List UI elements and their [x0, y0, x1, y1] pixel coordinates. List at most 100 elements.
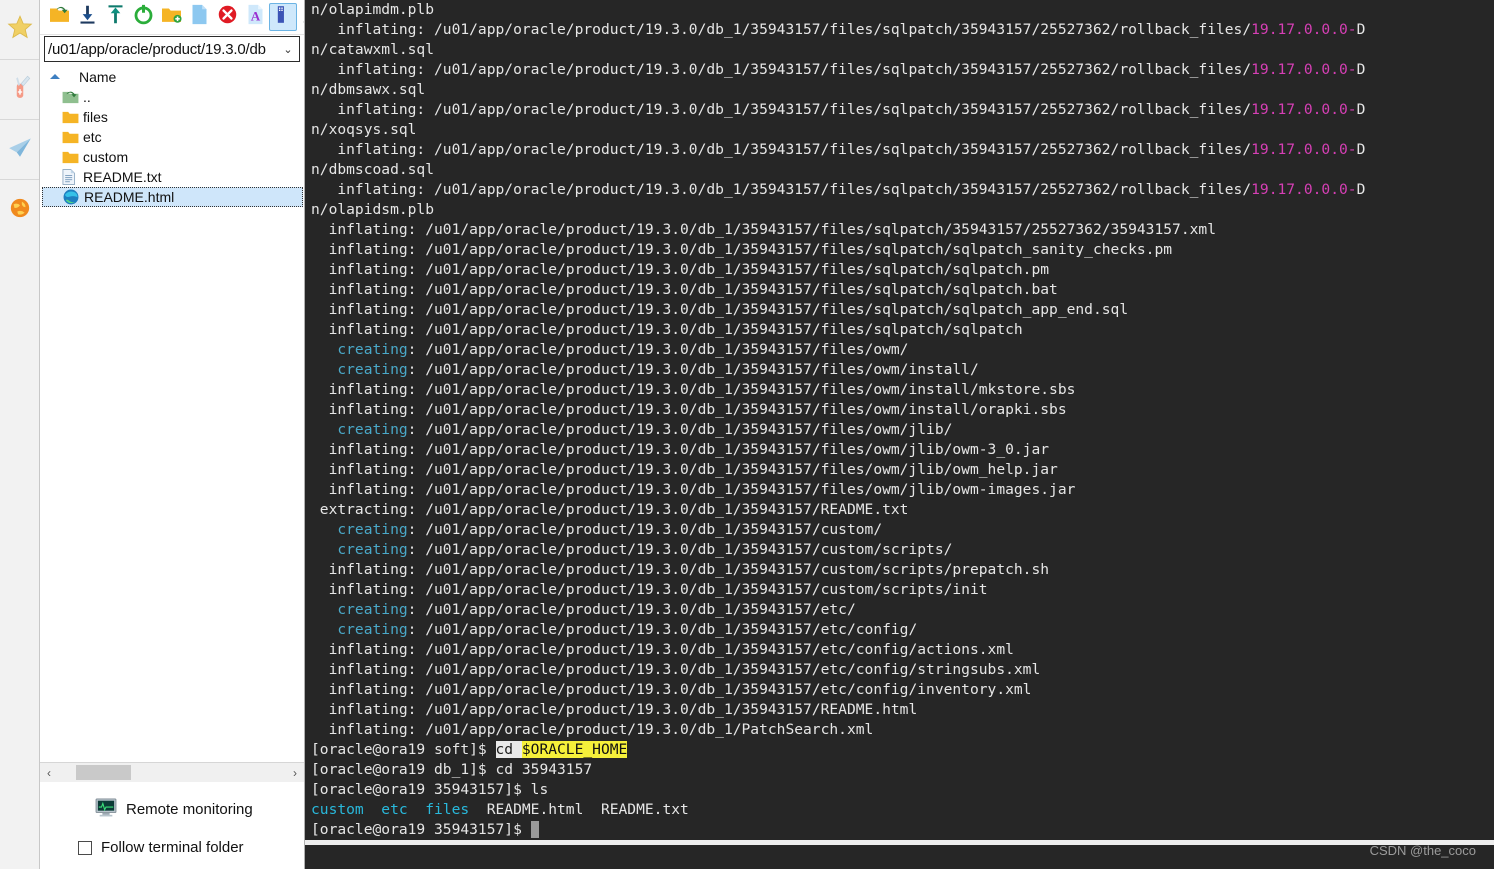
terminal-text: inflating: /u01/app/oracle/product/19.3.…: [311, 681, 1032, 698]
terminal-text: inflating: /u01/app/oracle/product/19.3.…: [311, 461, 1058, 478]
sftp-toolbar: A: [40, 0, 304, 35]
file-row-files[interactable]: files: [40, 107, 304, 127]
terminal-text: [530, 821, 540, 838]
new-folder-button[interactable]: [157, 3, 185, 31]
terminal-text: : /u01/app/oracle/product/19.3.0/db_1/35…: [407, 621, 918, 638]
terminal-text: inflating: /u01/app/oracle/product/19.3.…: [311, 481, 1076, 498]
terminal-text: inflating: /u01/app/oracle/product/19.3.…: [311, 561, 1050, 578]
refresh-icon: [133, 4, 154, 30]
terminal-text: inflating: /u01/app/oracle/product/19.3.…: [311, 61, 1252, 78]
terminal-line: inflating: /u01/app/oracle/product/19.3.…: [311, 300, 1494, 320]
remote-monitoring-button[interactable]: Remote monitoring: [95, 798, 253, 821]
download-button[interactable]: [73, 3, 101, 31]
terminal-text: creating: [311, 361, 408, 378]
rail-item-sessions[interactable]: [0, 120, 39, 180]
delete-button[interactable]: [213, 3, 241, 31]
terminal-text: inflating: /u01/app/oracle/product/19.3.…: [311, 261, 1050, 278]
sort-ascending-icon: [50, 74, 60, 79]
terminal-line: n/olapidsm.plb: [311, 200, 1494, 220]
terminal-line: inflating: /u01/app/oracle/product/19.3.…: [311, 660, 1494, 680]
rail-item-favorites[interactable]: [0, 0, 39, 60]
follow-terminal-folder-label: Follow terminal folder: [101, 839, 244, 856]
terminal-text: $ORACLE_HOME: [521, 741, 628, 758]
binary-file-icon: [274, 4, 293, 30]
terminal-text: creating: [311, 341, 408, 358]
terminal-text: inflating: /u01/app/oracle/product/19.3.…: [311, 581, 988, 598]
scrollbar-track[interactable]: [58, 765, 286, 780]
terminal-text: [oracle@ora19 35943157]$ ls: [311, 781, 549, 798]
terminal-text: D: [1356, 21, 1366, 38]
mobaxterm-window: A /u01/app/oracle/product/19.3.0/db ⌄ Na…: [0, 0, 1494, 869]
path-input[interactable]: /u01/app/oracle/product/19.3.0/db: [45, 41, 277, 58]
file-row-README-html[interactable]: README.html: [42, 187, 303, 207]
terminal-line: inflating: /u01/app/oracle/product/19.3.…: [311, 720, 1494, 740]
sftp-bottom-panel: Remote monitoring Follow terminal folder: [40, 782, 304, 869]
file-row-[interactable]: ..: [40, 87, 304, 107]
terminal-line: n/dbmsawx.sql: [311, 80, 1494, 100]
scroll-left-arrow[interactable]: ‹: [40, 766, 58, 780]
rail-item-browser[interactable]: [0, 180, 39, 240]
follow-terminal-folder-row[interactable]: Follow terminal folder: [78, 839, 244, 856]
new-folder-icon: [161, 5, 182, 29]
remote-monitoring-label: Remote monitoring: [126, 801, 253, 818]
scrollbar-thumb[interactable]: [76, 765, 131, 780]
terminal-text: inflating: /u01/app/oracle/product/19.3.…: [311, 301, 1129, 318]
file-row-label: README.html: [84, 189, 175, 205]
terminal-line: inflating: /u01/app/oracle/product/19.3.…: [311, 680, 1494, 700]
terminal-text: inflating: /u01/app/oracle/product/19.3.…: [311, 721, 874, 738]
terminal-text: custom etc files: [311, 801, 470, 818]
file-row-custom[interactable]: custom: [40, 147, 304, 167]
rail-item-tools[interactable]: [0, 60, 39, 120]
upload-button[interactable]: [101, 3, 129, 31]
refresh-button[interactable]: [129, 3, 157, 31]
horizontal-scrollbar[interactable]: ‹ ›: [40, 762, 304, 782]
folder-icon: [62, 130, 79, 145]
terminal-line: inflating: /u01/app/oracle/product/19.3.…: [311, 100, 1494, 120]
go-up-folder-button[interactable]: [45, 3, 73, 31]
file-row-label: ..: [83, 89, 91, 105]
terminal-text: inflating: /u01/app/oracle/product/19.3.…: [311, 441, 1050, 458]
download-arrow-icon: [77, 4, 98, 30]
folder-icon: [62, 150, 79, 165]
new-file-button[interactable]: [185, 3, 213, 31]
folder-up-icon: [49, 5, 70, 29]
terminal-text: inflating: /u01/app/oracle/product/19.3.…: [311, 241, 1173, 258]
terminal-text: inflating: /u01/app/oracle/product/19.3.…: [311, 401, 1067, 418]
terminal-line: inflating: /u01/app/oracle/product/19.3.…: [311, 240, 1494, 260]
edit-button[interactable]: [297, 3, 304, 31]
column-header-name[interactable]: Name: [40, 66, 304, 87]
terminal-text: inflating: /u01/app/oracle/product/19.3.…: [311, 181, 1252, 198]
terminal-text: 19.17.0.0.0-: [1251, 181, 1357, 198]
terminal-text: [oracle@ora19 db_1]$ cd 35943157: [311, 761, 593, 778]
terminal-line: n/xoqsys.sql: [311, 120, 1494, 140]
chevron-down-icon[interactable]: ⌄: [277, 43, 299, 56]
svg-text:A: A: [250, 9, 260, 24]
file-list[interactable]: Name .. files etc custom README.txt README.ht…: [40, 64, 304, 762]
terminal-pane[interactable]: n/olapimdm.plb inflating: /u01/app/oracl…: [305, 0, 1494, 869]
terminal-text: inflating: /u01/app/oracle/product/19.3.…: [311, 21, 1252, 38]
knife-icon: [7, 74, 33, 105]
file-row-README-txt[interactable]: README.txt: [40, 167, 304, 187]
terminal-line: extracting: /u01/app/oracle/product/19.3…: [311, 500, 1494, 520]
terminal-line: creating: /u01/app/oracle/product/19.3.0…: [311, 540, 1494, 560]
column-header-label: Name: [79, 68, 117, 85]
terminal-line: inflating: /u01/app/oracle/product/19.3.…: [311, 440, 1494, 460]
folder-icon: [62, 110, 79, 125]
terminal-line: n/catawxml.sql: [311, 40, 1494, 60]
terminal-text: inflating: /u01/app/oracle/product/19.3.…: [311, 221, 1216, 238]
terminal-line: creating: /u01/app/oracle/product/19.3.0…: [311, 420, 1494, 440]
follow-terminal-folder-checkbox[interactable]: [78, 840, 92, 855]
font-a-icon: A: [246, 4, 265, 30]
path-bar[interactable]: /u01/app/oracle/product/19.3.0/db ⌄: [44, 36, 300, 62]
terminal-text: D: [1356, 141, 1366, 158]
terminal-line: inflating: /u01/app/oracle/product/19.3.…: [311, 320, 1494, 340]
scroll-right-arrow[interactable]: ›: [286, 766, 304, 780]
terminal-line: inflating: /u01/app/oracle/product/19.3.…: [311, 140, 1494, 160]
text-mode-button[interactable]: A: [241, 3, 269, 31]
terminal-text: creating: [311, 521, 408, 538]
terminal-text: README.html README.txt: [469, 801, 689, 818]
terminal-line: inflating: /u01/app/oracle/product/19.3.…: [311, 260, 1494, 280]
file-row-etc[interactable]: etc: [40, 127, 304, 147]
file-row-label: README.txt: [83, 169, 162, 185]
binary-mode-button[interactable]: [269, 3, 297, 31]
